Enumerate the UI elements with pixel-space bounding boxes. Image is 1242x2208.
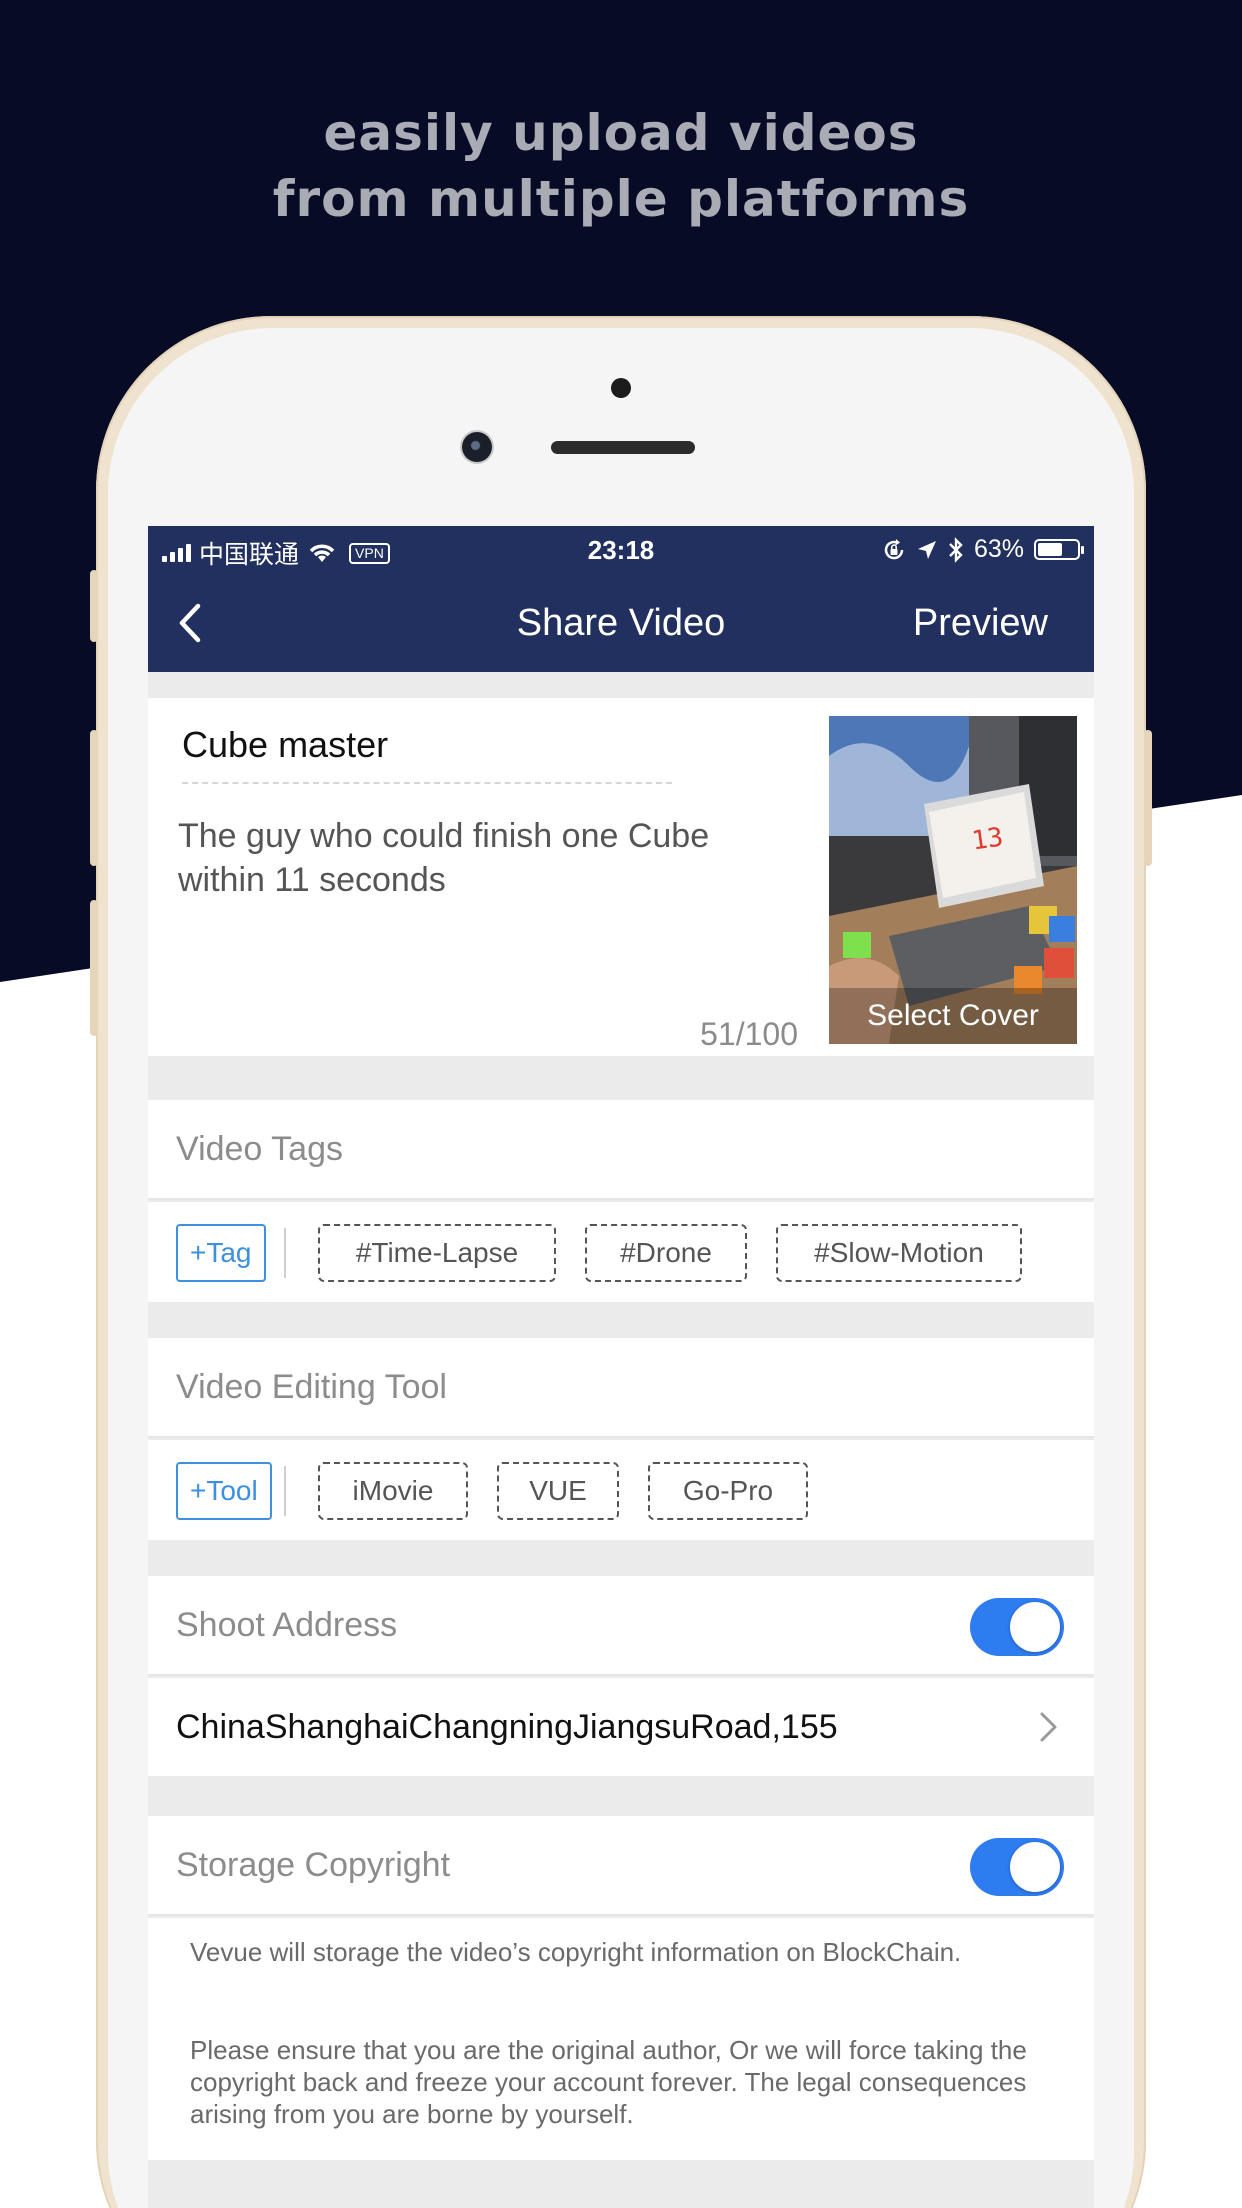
tag-chip[interactable]: #Slow-Motion [776, 1224, 1022, 1282]
video-tags-header: Video Tags [148, 1100, 1094, 1200]
copyright-note-1: Vevue will storage the video’s copyright… [190, 1937, 962, 1967]
battery-percent: 63% [973, 535, 1024, 563]
video-info-card: Cube master The guy who could finish one… [148, 698, 1094, 1056]
battery-icon [1034, 539, 1084, 560]
storage-copyright-header: Storage Copyright [148, 1816, 1094, 1916]
rotation-lock-icon [884, 538, 904, 559]
title-divider [182, 782, 672, 784]
status-bar: 中国联通 VPN 23:18 63% [148, 526, 1094, 572]
tag-chip[interactable]: #Time-Lapse [318, 1224, 556, 1282]
location-arrow-icon [917, 540, 936, 559]
video-tags-label: Video Tags [176, 1130, 343, 1168]
address-text: ChinaShanghaiChangningJiangsuRoad,155 [176, 1708, 838, 1746]
promo-headline: easily upload videos from multiple platf… [0, 100, 1242, 232]
copyright-note-2: Please ensure that you are the original … [190, 2035, 1027, 2129]
battery-fill [1038, 543, 1062, 556]
select-cover-label: Select Cover [829, 988, 1077, 1044]
select-cover-button[interactable]: 13 Select Cover [829, 716, 1077, 1044]
shoot-address-toggle[interactable] [970, 1598, 1064, 1656]
toggle-knob [1010, 1602, 1060, 1652]
chevron-right-icon [1040, 1712, 1057, 1742]
storage-copyright-toggle[interactable] [970, 1838, 1064, 1896]
front-camera [462, 432, 492, 462]
shoot-address-header: Shoot Address [148, 1576, 1094, 1676]
storage-copyright-label: Storage Copyright [176, 1846, 451, 1884]
phone-volume-down [90, 900, 98, 1036]
video-title-input[interactable]: Cube master [182, 724, 388, 766]
video-description-input[interactable]: The guy who could finish one Cube within… [178, 814, 788, 902]
toggle-knob [1010, 1842, 1060, 1892]
promo-line-2: from multiple platforms [272, 170, 970, 228]
bluetooth-icon [949, 536, 963, 563]
character-count: 51/100 [700, 1016, 798, 1052]
phone-power-button [1144, 730, 1152, 866]
tools-separator [284, 1466, 286, 1516]
phone-silent-switch [90, 570, 98, 642]
phone-screen: 中国联通 VPN 23:18 63% Share Video Preview C… [148, 526, 1094, 2208]
status-right: 63% [882, 535, 1084, 564]
preview-button[interactable]: Preview [913, 602, 1048, 645]
tag-chip[interactable]: #Drone [585, 1224, 747, 1282]
earpiece-speaker [551, 441, 695, 454]
cover-screen-number: 13 [970, 822, 1005, 856]
navigation-bar: Share Video Preview [148, 572, 1094, 672]
add-tool-button[interactable]: +Tool [176, 1462, 272, 1520]
add-tag-button[interactable]: +Tag [176, 1224, 266, 1282]
editing-tool-label: Video Editing Tool [176, 1368, 447, 1406]
editing-tool-row: +Tool iMovie VUE Go-Pro [148, 1440, 1094, 1540]
phone-volume-up [90, 730, 98, 866]
editing-tool-header: Video Editing Tool [148, 1338, 1094, 1438]
address-row[interactable]: ChinaShanghaiChangningJiangsuRoad,155 [148, 1678, 1094, 1776]
proximity-sensor [611, 378, 631, 398]
video-tags-row: +Tag #Time-Lapse #Drone #Slow-Motion [148, 1202, 1094, 1302]
shoot-address-label: Shoot Address [176, 1606, 398, 1644]
tool-chip[interactable]: VUE [497, 1462, 619, 1520]
tags-separator [284, 1228, 286, 1278]
copyright-notes: Vevue will storage the video’s copyright… [148, 1918, 1094, 2160]
tool-chip[interactable]: iMovie [318, 1462, 468, 1520]
promo-line-1: easily upload videos [323, 104, 919, 162]
tool-chip[interactable]: Go-Pro [648, 1462, 808, 1520]
